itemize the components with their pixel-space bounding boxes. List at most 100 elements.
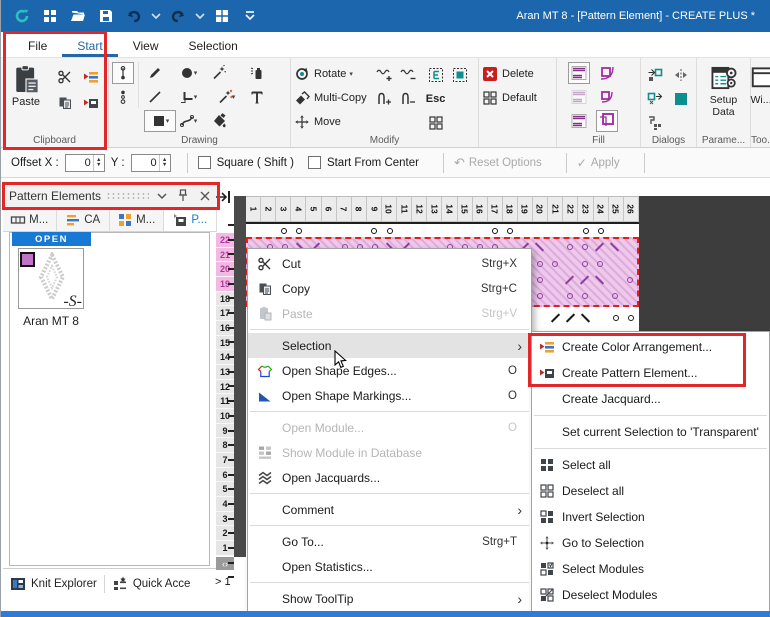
text-tool[interactable] xyxy=(246,86,268,108)
context-menu-item-open-shape-edges[interactable]: Open Shape Edges...O xyxy=(248,358,531,383)
tab-view[interactable]: View xyxy=(118,34,174,57)
submenu-item-select-all[interactable]: Select all xyxy=(532,452,769,478)
window-button[interactable]: Wi... xyxy=(754,62,768,106)
square-checkbox[interactable] xyxy=(198,156,211,169)
default-button[interactable]: Default xyxy=(482,86,553,110)
magic-wand-plus-tool[interactable]: ▾ xyxy=(208,86,244,108)
redo-dropdown-icon[interactable] xyxy=(193,4,207,28)
context-menu-item-cut[interactable]: CutStrg+X xyxy=(248,251,531,276)
setup-data-button[interactable]: Setup Data xyxy=(700,62,747,118)
context-menu-item-copy[interactable]: CopyStrg+C xyxy=(248,276,531,301)
column-7[interactable]: 7 xyxy=(337,197,352,222)
offset-y-stepper[interactable]: 0 ▲▼ xyxy=(131,154,171,172)
submenu-item-select-modules[interactable]: Select Modules xyxy=(532,556,769,582)
offset-x-stepper[interactable]: 0 ▲▼ xyxy=(65,154,105,172)
export-dialog-button[interactable] xyxy=(644,88,666,110)
pencil-tool[interactable] xyxy=(144,62,166,84)
column-19[interactable]: 19 xyxy=(518,197,533,222)
panel-tab-m[interactable]: M... xyxy=(110,209,164,231)
multi-copy-button[interactable]: Multi-Copy xyxy=(294,86,367,110)
panel-close-icon[interactable] xyxy=(197,187,213,204)
bottom-tab-knit-explorer[interactable]: Knit Explorer xyxy=(3,569,104,598)
clamp-dialog-button[interactable] xyxy=(644,112,666,134)
tab-file[interactable]: File xyxy=(13,34,62,57)
column-2[interactable]: 2 xyxy=(261,197,276,222)
column-3[interactable]: 3 xyxy=(276,197,291,222)
column-18[interactable]: 18 xyxy=(503,197,518,222)
add-stitches-button[interactable] xyxy=(373,88,395,110)
circle-tool[interactable]: ▾ xyxy=(170,62,206,84)
select-area-button[interactable] xyxy=(449,64,471,86)
column-6[interactable]: 6 xyxy=(322,197,337,222)
copy-button[interactable] xyxy=(54,92,76,114)
add-rows-button[interactable] xyxy=(373,64,395,86)
panel-grip[interactable] xyxy=(106,192,149,200)
modules-grid-button[interactable] xyxy=(425,112,447,134)
submenu-item-invert-selection[interactable]: Invert Selection xyxy=(532,504,769,530)
context-menu-item-show-tooltip[interactable]: Show ToolTip› xyxy=(248,586,531,611)
remove-stitches-button[interactable] xyxy=(397,88,419,110)
column-13[interactable]: 13 xyxy=(427,197,442,222)
column-21[interactable]: 21 xyxy=(548,197,563,222)
panel-chevron-down-icon[interactable] xyxy=(154,187,170,204)
start-from-center-checkbox[interactable] xyxy=(308,156,321,169)
open-file-icon[interactable] xyxy=(65,4,91,28)
column-24[interactable]: 24 xyxy=(594,197,609,222)
point-symmetry-tool[interactable] xyxy=(112,62,134,84)
column-17[interactable]: 17 xyxy=(488,197,503,222)
column-12[interactable]: 12 xyxy=(412,197,427,222)
delete-button[interactable]: Delete xyxy=(482,62,553,86)
submenu-item-create-pattern-element[interactable]: Create Pattern Element... xyxy=(532,360,769,386)
context-menu-item-go-to[interactable]: Go To...Strg+T xyxy=(248,529,531,554)
column-11[interactable]: 11 xyxy=(397,197,412,222)
context-menu-item-comment[interactable]: Comment› xyxy=(248,497,531,522)
polyline-tool[interactable]: ▾ xyxy=(170,86,206,108)
column-25[interactable]: 25 xyxy=(609,197,624,222)
fill-corner-box-button[interactable] xyxy=(596,110,618,132)
go-to-end-icon[interactable] xyxy=(215,190,232,204)
undo-dropdown-icon[interactable] xyxy=(149,4,163,28)
offset-y-spin-arrows[interactable]: ▲▼ xyxy=(159,155,170,171)
fill-rows-button[interactable] xyxy=(568,62,590,84)
submenu-item-create-color-arrangement[interactable]: Create Color Arrangement... xyxy=(532,334,769,360)
submenu-item-deselect-modules[interactable]: Deselect Modules xyxy=(532,582,769,608)
module-manager-icon[interactable] xyxy=(37,4,63,28)
column-4[interactable]: 4 xyxy=(291,197,306,222)
column-ruler[interactable]: 1234567891011121314151617181920212223242… xyxy=(246,196,639,222)
mirror-dialog-button[interactable] xyxy=(670,64,692,86)
submenu-item-go-to-selection[interactable]: Go to Selection xyxy=(532,530,769,556)
fill-rows-partial-button[interactable] xyxy=(568,86,590,108)
fill-corner2-button[interactable] xyxy=(596,86,618,108)
column-22[interactable]: 22 xyxy=(563,197,578,222)
import-dialog-button[interactable] xyxy=(644,64,666,86)
pattern-parameters-icon[interactable] xyxy=(209,4,235,28)
pattern-elements-panel-header[interactable]: Pattern Elements xyxy=(3,182,219,209)
curve-tool[interactable]: ▾ xyxy=(170,110,206,132)
column-10[interactable]: 10 xyxy=(382,197,397,222)
tab-start[interactable]: Start xyxy=(62,34,117,57)
bottom-tab-quick-acce[interactable]: Quick Acce xyxy=(105,569,198,598)
panel-pin-icon[interactable] xyxy=(175,187,191,204)
move-button[interactable]: Move xyxy=(294,110,367,134)
paste-button[interactable]: Paste xyxy=(4,62,48,108)
pattern-element-thumbnail[interactable]: -S- xyxy=(18,248,84,309)
save-icon[interactable] xyxy=(93,4,119,28)
panel-tab-ca[interactable]: CA xyxy=(57,209,111,231)
insert-color-arrangement-button[interactable] xyxy=(80,66,102,88)
row-ruler[interactable]: 22212019181716151413121110987654321 xyxy=(216,233,234,556)
fill-bucket-tool[interactable] xyxy=(208,110,230,132)
submenu-item-deselect-all[interactable]: Deselect all xyxy=(532,478,769,504)
column-15[interactable]: 15 xyxy=(458,197,473,222)
submenu-item-set-current-selection-to-transparent[interactable]: Set current Selection to 'Transparent' xyxy=(532,419,769,445)
panel-tab-p[interactable]: P... xyxy=(164,209,218,231)
rotate-button[interactable]: Rotate▾ xyxy=(294,62,367,86)
column-26[interactable]: 26 xyxy=(624,197,639,222)
context-menu-item-open-shape-markings[interactable]: Open Shape Markings...O xyxy=(248,383,531,408)
column-9[interactable]: 9 xyxy=(367,197,382,222)
cut-button[interactable] xyxy=(54,66,76,88)
tab-selection[interactable]: Selection xyxy=(173,34,252,57)
column-20[interactable]: 20 xyxy=(533,197,548,222)
fill-rows-all-button[interactable] xyxy=(568,110,590,132)
column-16[interactable]: 16 xyxy=(473,197,488,222)
column-8[interactable]: 8 xyxy=(352,197,367,222)
